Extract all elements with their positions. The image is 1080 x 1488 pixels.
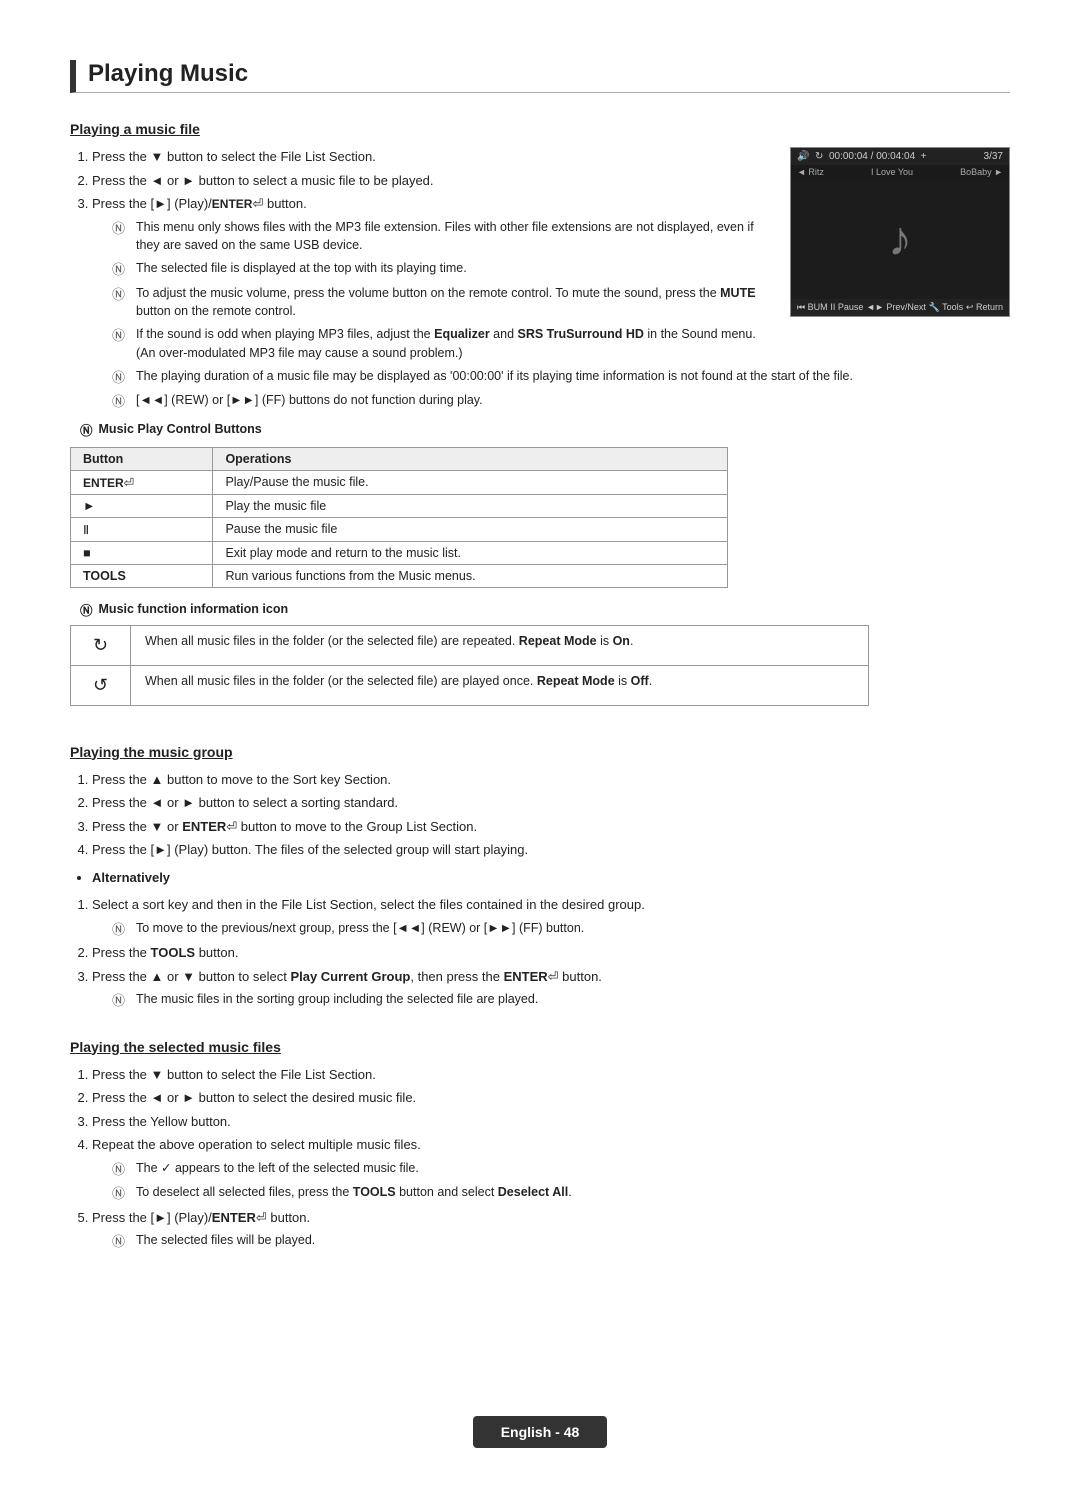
ctrl-col-operations: Operations <box>213 447 728 470</box>
alt-note2-text: The music files in the sorting group inc… <box>136 990 1010 1009</box>
note3-text: To adjust the music volume, press the vo… <box>136 284 772 322</box>
alt-steps: Select a sort key and then in the File L… <box>92 895 1010 1011</box>
note5-text: The playing duration of a music file may… <box>136 367 1010 386</box>
section1-title: Playing a music file <box>70 121 1010 137</box>
step3-note-icon-2: Ⓝ <box>112 1184 130 1204</box>
ctrl-table: Button Operations ENTER⏎ Play/Pause the … <box>70 447 728 588</box>
footer-badge: English - 48 <box>473 1416 608 1448</box>
ctrl-btn-enter: ENTER⏎ <box>71 470 213 494</box>
ctrl-table-header-icon: Ⓝ <box>80 420 93 439</box>
ctrl-op-stop: Exit play mode and return to the music l… <box>213 541 728 564</box>
info-text-repeat-off: When all music files in the folder (or t… <box>131 665 869 705</box>
note-icon-2: Ⓝ <box>112 260 130 280</box>
ctrl-btn-pause: Ⅱ <box>71 517 213 541</box>
ctrl-op-play: Play the music file <box>213 494 728 517</box>
step2-2: Press the ◄ or ► button to select a sort… <box>92 793 1010 813</box>
note-icon-5: Ⓝ <box>112 368 130 388</box>
ctrl-op-tools: Run various functions from the Music men… <box>213 564 728 587</box>
info-table-header-icon: Ⓝ <box>80 600 93 619</box>
section3-steps: Press the ▼ button to select the File Li… <box>92 1065 1010 1252</box>
step3-note-icon-3: Ⓝ <box>112 1232 130 1252</box>
info-table-header: Ⓝ Music function information icon <box>80 600 1010 619</box>
step3-note2-text: To deselect all selected files, press th… <box>136 1183 1010 1202</box>
table-row: Ⅱ Pause the music file <box>71 517 728 541</box>
step3-note-icon-1: Ⓝ <box>112 1160 130 1180</box>
note4-text: If the sound is odd when playing MP3 fil… <box>136 325 772 363</box>
alt-step3: Press the ▲ or ▼ button to select Play C… <box>92 967 1010 1011</box>
ctrl-btn-play: ► <box>71 494 213 517</box>
ss-album-art: ♪ <box>791 179 1009 299</box>
music-player-screenshot: 🔊 ↻ 00:00:04 / 00:04:04 + 3/37 ◄ Ritz I … <box>790 147 1010 317</box>
ctrl-op-enter: Play/Pause the music file. <box>213 470 728 494</box>
info-table: ↻ When all music files in the folder (or… <box>70 625 869 706</box>
table-row: ENTER⏎ Play/Pause the music file. <box>71 470 728 494</box>
info-text-repeat-on: When all music files in the folder (or t… <box>131 625 869 665</box>
note-icon-3: Ⓝ <box>112 285 130 305</box>
section2-title: Playing the music group <box>70 744 1010 760</box>
ss-nav-right: BoBaby ► <box>960 167 1003 177</box>
ss-bottombar: ⏮ BUM II Pause ◄► Prev/Next 🔧 Tools ↩ Re… <box>791 299 1009 316</box>
step2-3: Press the ▼ or ENTER⏎ button to move to … <box>92 817 1010 837</box>
alt-note-icon-2: Ⓝ <box>112 991 130 1011</box>
step2-1: Press the ▲ button to move to the Sort k… <box>92 770 1010 790</box>
music-note-icon: ♪ <box>888 212 912 267</box>
section-playing-music-group: Playing the music group Press the ▲ butt… <box>70 744 1010 1011</box>
alt-step1: Select a sort key and then in the File L… <box>92 895 1010 939</box>
note-icon-4: Ⓝ <box>112 326 130 346</box>
table-row: ↺ When all music files in the folder (or… <box>71 665 869 705</box>
step2-4: Press the [►] (Play) button. The files o… <box>92 840 1010 860</box>
info-icon-repeat-off: ↺ <box>71 665 131 705</box>
step3-3: Press the Yellow button. <box>92 1112 1010 1132</box>
alternatively-label: Alternatively <box>92 868 1010 888</box>
alt-note-icon-1: Ⓝ <box>112 920 130 940</box>
table-row: ■ Exit play mode and return to the music… <box>71 541 728 564</box>
step3-note1-text: The ✓ appears to the left of the selecte… <box>136 1159 1010 1178</box>
note-icon-6: Ⓝ <box>112 392 130 412</box>
table-row: ► Play the music file <box>71 494 728 517</box>
step3-4: Repeat the above operation to select mul… <box>92 1135 1010 1204</box>
step3-2: Press the ◄ or ► button to select the de… <box>92 1088 1010 1108</box>
alt-step2: Press the TOOLS button. <box>92 943 1010 963</box>
section2-steps: Press the ▲ button to move to the Sort k… <box>92 770 1010 860</box>
ctrl-table-header: Ⓝ Music Play Control Buttons <box>80 420 1010 439</box>
ss-topbar-left: 🔊 ↻ 00:00:04 / 00:04:04 + <box>797 151 927 162</box>
table-row: TOOLS Run various functions from the Mus… <box>71 564 728 587</box>
ctrl-btn-stop: ■ <box>71 541 213 564</box>
page-footer: English - 48 <box>0 1416 1080 1448</box>
ss-nav-center: I Love You <box>871 167 913 177</box>
alt-note1-text: To move to the previous/next group, pres… <box>136 919 1010 938</box>
note6-text: [◄◄] (REW) or [►►] (FF) buttons do not f… <box>136 391 1010 410</box>
note2-text: The selected file is displayed at the to… <box>136 259 772 278</box>
alternatively-list: Alternatively <box>92 868 1010 888</box>
ctrl-col-button: Button <box>71 447 213 470</box>
ctrl-btn-tools: TOOLS <box>71 564 213 587</box>
note-icon-1: Ⓝ <box>112 219 130 239</box>
note1-text: This menu only shows files with the MP3 … <box>136 218 772 256</box>
section-playing-selected-files: Playing the selected music files Press t… <box>70 1039 1010 1252</box>
ss-nav-left: ◄ Ritz <box>797 167 824 177</box>
ctrl-op-pause: Pause the music file <box>213 517 728 541</box>
step3-note3-text: The selected files will be played. <box>136 1231 1010 1250</box>
step3-1: Press the ▼ button to select the File Li… <box>92 1065 1010 1085</box>
step3-5: Press the [►] (Play)/ENTER⏎ button. Ⓝ Th… <box>92 1208 1010 1252</box>
page-title: Playing Music <box>70 60 1010 93</box>
section-playing-music-file: Playing a music file 🔊 ↻ 00:00:04 / 00:0… <box>70 121 1010 716</box>
ss-topbar-right: 3/37 <box>984 151 1003 162</box>
section3-title: Playing the selected music files <box>70 1039 1010 1055</box>
info-icon-repeat-on: ↻ <box>71 625 131 665</box>
table-row: ↻ When all music files in the folder (or… <box>71 625 869 665</box>
